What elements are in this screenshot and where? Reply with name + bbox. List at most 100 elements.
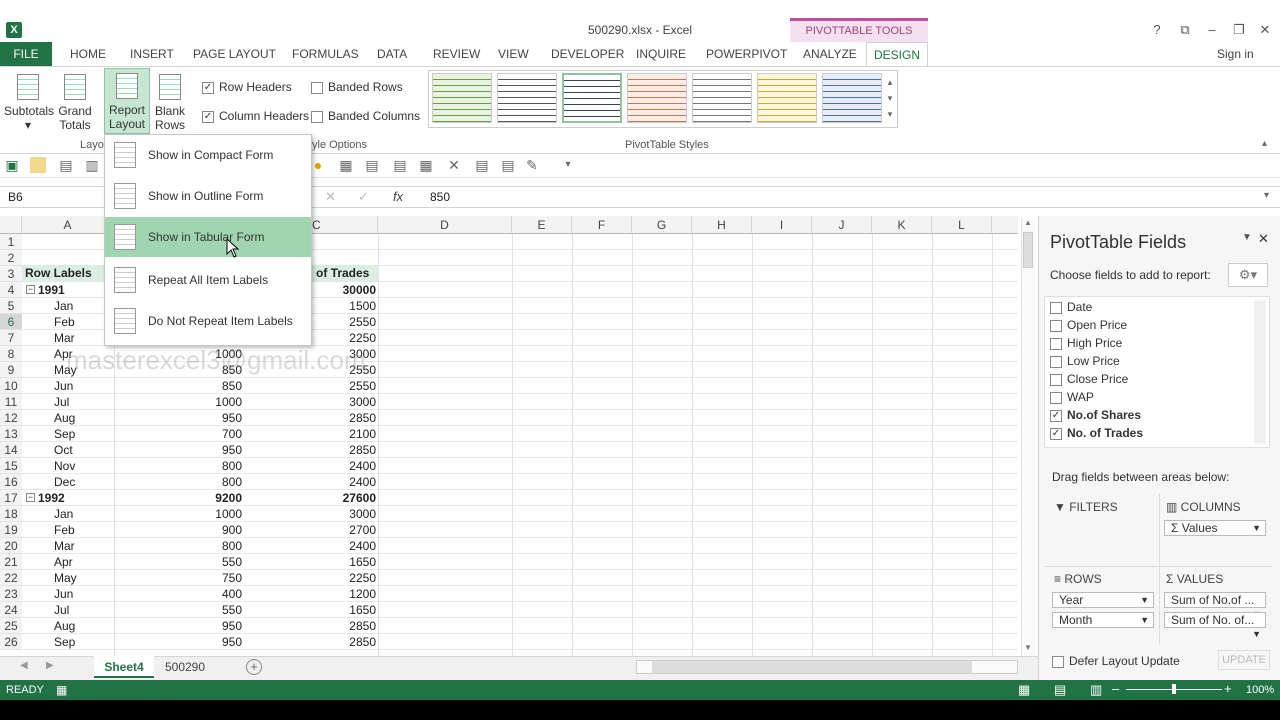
column-header-d[interactable]: D bbox=[378, 216, 512, 234]
shares-cell[interactable]: 800 bbox=[150, 474, 242, 490]
report-layout-button[interactable]: Report Layout bbox=[104, 68, 150, 134]
column-header-h[interactable]: H bbox=[692, 216, 752, 234]
column-header-k[interactable]: K bbox=[872, 216, 932, 234]
shares-cell[interactable]: 550 bbox=[150, 602, 242, 618]
row-header[interactable]: 25 bbox=[0, 618, 22, 634]
shares-cell[interactable]: 750 bbox=[150, 570, 242, 586]
trades-cell[interactable]: 2850 bbox=[290, 442, 376, 458]
column-header-l[interactable]: L bbox=[932, 216, 992, 234]
zoom-slider-thumb[interactable] bbox=[1172, 684, 1176, 694]
close-window-icon[interactable]: ✕ bbox=[1256, 22, 1274, 38]
row-header[interactable]: 13 bbox=[0, 426, 22, 442]
horizontal-scroll-thumb[interactable] bbox=[652, 661, 972, 673]
row-header[interactable]: 6 bbox=[0, 314, 22, 330]
values-item-shares[interactable]: Sum of No.of ...▼ bbox=[1164, 592, 1266, 619]
shares-cell[interactable]: 950 bbox=[150, 634, 242, 650]
expand-formula-icon[interactable]: ▾ bbox=[1264, 190, 1269, 201]
trades-cell[interactable]: 2700 bbox=[290, 522, 376, 538]
row-header[interactable]: 4 bbox=[0, 282, 22, 298]
month-label[interactable]: Mar bbox=[54, 538, 134, 554]
field-list-scrollbar[interactable] bbox=[1254, 300, 1266, 444]
month-label[interactable]: Jul bbox=[54, 602, 134, 618]
gallery-scroll-icon[interactable]: ▴ ▾ ▾ bbox=[884, 74, 896, 124]
zoom-out-icon[interactable]: – bbox=[1112, 681, 1119, 696]
trades-cell[interactable]: 2250 bbox=[290, 570, 376, 586]
month-label[interactable]: Jun bbox=[54, 378, 134, 394]
month-label[interactable]: Apr bbox=[54, 554, 134, 570]
delete-icon[interactable]: ✕ bbox=[446, 157, 462, 173]
trades-cell[interactable]: 1650 bbox=[290, 602, 376, 618]
add-sheet-icon[interactable]: + bbox=[246, 659, 262, 675]
tab-file[interactable]: FILE bbox=[0, 42, 52, 66]
month-label[interactable]: Jul bbox=[54, 394, 134, 410]
style-swatch[interactable] bbox=[822, 73, 882, 123]
save-icon[interactable]: ▣ bbox=[4, 157, 20, 173]
next-sheet-icon[interactable]: ▶ bbox=[46, 660, 54, 671]
vertical-scrollbar[interactable] bbox=[1021, 218, 1035, 656]
column-header-c[interactable]: C bbox=[312, 216, 378, 234]
shares-cell[interactable]: 900 bbox=[150, 522, 242, 538]
shares-cell[interactable]: 950 bbox=[150, 410, 242, 426]
field-item[interactable]: Date bbox=[1050, 298, 1092, 316]
tab-data[interactable]: DATA bbox=[377, 47, 407, 61]
scroll-thumb[interactable] bbox=[1023, 232, 1033, 268]
tab-analyze[interactable]: ANALYZE bbox=[803, 47, 857, 61]
doc-icon[interactable]: ▤ bbox=[392, 157, 408, 173]
name-box[interactable]: B6 bbox=[8, 190, 23, 204]
style-swatch[interactable] bbox=[497, 73, 557, 123]
row-headers-checkbox[interactable]: ✓ Row Headers bbox=[202, 80, 292, 94]
sign-in-link[interactable]: Sign in bbox=[1217, 47, 1254, 61]
field-item[interactable]: ✓ No. of Trades bbox=[1050, 424, 1143, 442]
page-break-view-icon[interactable]: ▥ bbox=[1090, 682, 1102, 698]
tab-review[interactable]: REVIEW bbox=[433, 47, 480, 61]
tab-inquire[interactable]: INQUIRE bbox=[636, 47, 686, 61]
row-header[interactable]: 24 bbox=[0, 602, 22, 618]
defer-update-checkbox[interactable]: Defer Layout Update bbox=[1052, 654, 1180, 668]
tab-formulas[interactable]: FORMULAS bbox=[292, 47, 359, 61]
tab-home[interactable]: HOME bbox=[70, 47, 106, 61]
blank-rows-button[interactable]: Blank Rows bbox=[150, 74, 190, 132]
formula-input[interactable]: 850 bbox=[430, 190, 450, 204]
style-swatch[interactable] bbox=[757, 73, 817, 123]
format-icon[interactable]: ▥ bbox=[84, 157, 100, 173]
row-header[interactable]: 2 bbox=[0, 250, 22, 266]
chart-icon[interactable]: ▦ bbox=[338, 157, 354, 173]
year-label[interactable]: 1992 bbox=[38, 490, 118, 506]
month-label[interactable]: Sep bbox=[54, 426, 134, 442]
month-label[interactable]: Sep bbox=[54, 634, 134, 650]
trades-cell[interactable]: 3000 bbox=[290, 506, 376, 522]
column-header-m[interactable] bbox=[992, 216, 1018, 234]
row-header[interactable]: 15 bbox=[0, 458, 22, 474]
field-item[interactable]: Open Price bbox=[1050, 316, 1127, 334]
banded-columns-checkbox[interactable]: Banded Columns bbox=[311, 109, 420, 123]
row-header[interactable]: 23 bbox=[0, 586, 22, 602]
trades-cell[interactable]: 1200 bbox=[290, 586, 376, 602]
trades-cell[interactable]: 2400 bbox=[290, 538, 376, 554]
shares-cell[interactable]: 1000 bbox=[150, 394, 242, 410]
row-header[interactable]: 20 bbox=[0, 538, 22, 554]
trades-cell[interactable]: 2400 bbox=[290, 458, 376, 474]
row-header[interactable]: 14 bbox=[0, 442, 22, 458]
month-label[interactable]: Aug bbox=[54, 410, 134, 426]
row-header[interactable]: 5 bbox=[0, 298, 22, 314]
grid-icon[interactable]: ▦ bbox=[418, 157, 434, 173]
style-swatch[interactable] bbox=[692, 73, 752, 123]
month-label[interactable]: Nov bbox=[54, 458, 134, 474]
column-header-j[interactable]: J bbox=[812, 216, 872, 234]
tab-powerpivot[interactable]: POWERPIVOT bbox=[706, 47, 787, 61]
trades-cell[interactable]: 2850 bbox=[290, 618, 376, 634]
row-header[interactable]: 18 bbox=[0, 506, 22, 522]
column-header-f[interactable]: F bbox=[572, 216, 632, 234]
alert-icon[interactable]: ● bbox=[310, 157, 326, 173]
row-header[interactable]: 11 bbox=[0, 394, 22, 410]
trades-cell[interactable]: 2850 bbox=[290, 410, 376, 426]
gear-icon[interactable]: ⚙▾ bbox=[1228, 263, 1268, 287]
tab-page-layout[interactable]: PAGE LAYOUT bbox=[193, 47, 276, 61]
shares-cell[interactable]: 950 bbox=[150, 618, 242, 634]
collapse-ribbon-icon[interactable]: ▴ bbox=[1262, 138, 1267, 149]
month-label[interactable]: Jun bbox=[54, 586, 134, 602]
page-layout-view-icon[interactable]: ▤ bbox=[1054, 682, 1066, 698]
month-label[interactable]: Aug bbox=[54, 618, 134, 634]
collapse-icon[interactable]: − bbox=[26, 285, 35, 294]
ribbon-display-icon[interactable]: ⧉ bbox=[1176, 22, 1194, 38]
